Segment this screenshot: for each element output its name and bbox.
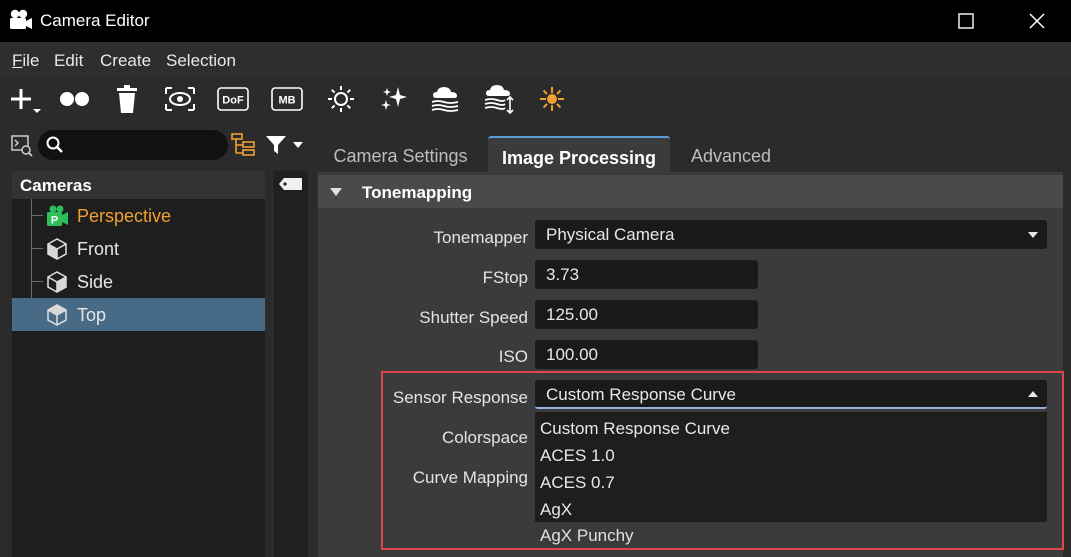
add-button[interactable] (6, 82, 42, 116)
cameras-button[interactable] (57, 82, 93, 116)
sun-button[interactable] (323, 82, 359, 116)
console-icon[interactable] (11, 135, 33, 162)
maximize-icon (958, 13, 974, 29)
dof-button[interactable]: DoF (215, 82, 251, 116)
tree-item-label: Top (77, 305, 107, 325)
tree-item-top[interactable]: Top (12, 298, 265, 331)
tree-item-side[interactable]: Side (12, 265, 265, 298)
tree-header: Cameras (12, 171, 265, 199)
mb-button[interactable]: MB (269, 82, 305, 116)
fstop-label: FStop (482, 268, 528, 287)
shutter-speed-input[interactable]: 125.00 (535, 300, 758, 329)
light-icon (540, 87, 564, 111)
highlight-annotation (381, 371, 1064, 550)
tab-bar: Camera Settings Image Processing Advance… (318, 132, 1071, 172)
tree-item-label: Side (77, 272, 114, 292)
menu-edit[interactable]: Edit (54, 51, 83, 71)
tonemapper-label: Tonemapper (433, 228, 528, 247)
cube-icon (45, 303, 69, 327)
delete-icon (117, 85, 137, 113)
cube-icon (45, 237, 69, 261)
add-icon (11, 89, 41, 113)
perspective-camera-icon: P (45, 204, 69, 228)
fog-height-icon (484, 85, 514, 114)
menu-bar: File Edit Create Selection (0, 42, 1071, 76)
fog-button[interactable] (428, 82, 464, 116)
svg-text:MB: MB (278, 95, 295, 107)
camera-tree: Cameras P Perspective Front Side Top (12, 171, 265, 557)
camera-reel-icon (9, 9, 33, 31)
view-icon (165, 87, 195, 111)
chevron-down-icon (1028, 232, 1038, 238)
window-title: Camera Editor (40, 11, 150, 30)
fog-icon (431, 87, 459, 112)
fstop-input[interactable]: 3.73 (535, 260, 758, 289)
maximize-button[interactable] (931, 0, 1001, 42)
menu-file[interactable]: File (12, 51, 39, 71)
iso-label: ISO (498, 347, 528, 366)
shutter-speed-label: Shutter Speed (419, 308, 528, 327)
tab-advanced[interactable]: Advanced (675, 136, 787, 172)
collapse-caret-icon (330, 188, 342, 196)
mb-icon: MB (271, 87, 303, 111)
close-button[interactable] (1002, 0, 1071, 42)
tonemapper-dropdown[interactable]: Physical Camera (535, 220, 1047, 249)
cube-icon (45, 270, 69, 294)
tab-image-processing[interactable]: Image Processing (488, 136, 670, 172)
menu-selection[interactable]: Selection (166, 51, 236, 71)
close-icon (1029, 13, 1045, 29)
tab-camera-settings[interactable]: Camera Settings (318, 136, 483, 172)
tree-item-front[interactable]: Front (12, 232, 265, 265)
outliner-toolbar (0, 122, 318, 170)
tag-column (274, 171, 308, 557)
title-bar: Camera Editor (0, 0, 1071, 42)
fog-height-button[interactable] (481, 82, 517, 116)
sparkle-button[interactable] (376, 82, 412, 116)
tonemapping-section-header[interactable]: Tonemapping (318, 175, 1063, 208)
dof-icon: DoF (217, 87, 249, 111)
iso-input[interactable]: 100.00 (535, 340, 758, 369)
hierarchy-icon[interactable] (231, 133, 255, 162)
tag-icon[interactable] (278, 177, 304, 196)
tree-item-label: Front (77, 239, 120, 259)
filter-icon[interactable] (265, 134, 309, 161)
svg-text:P: P (51, 215, 58, 227)
sun-icon (328, 86, 354, 112)
sparkle-icon (381, 87, 407, 110)
search-field[interactable] (38, 130, 228, 160)
toolbar: DoF MB (0, 76, 1071, 122)
search-input[interactable] (72, 134, 222, 156)
menu-create[interactable]: Create (100, 51, 151, 71)
view-button[interactable] (162, 82, 198, 116)
tree-item-perspective[interactable]: P Perspective (12, 199, 265, 232)
light-button[interactable] (534, 82, 570, 116)
search-icon (46, 136, 64, 159)
section-title: Tonemapping (362, 183, 473, 202)
tree-item-label: Perspective (77, 206, 172, 226)
svg-text:DoF: DoF (222, 95, 244, 107)
cameras-icon (60, 92, 89, 106)
delete-button[interactable] (109, 82, 145, 116)
